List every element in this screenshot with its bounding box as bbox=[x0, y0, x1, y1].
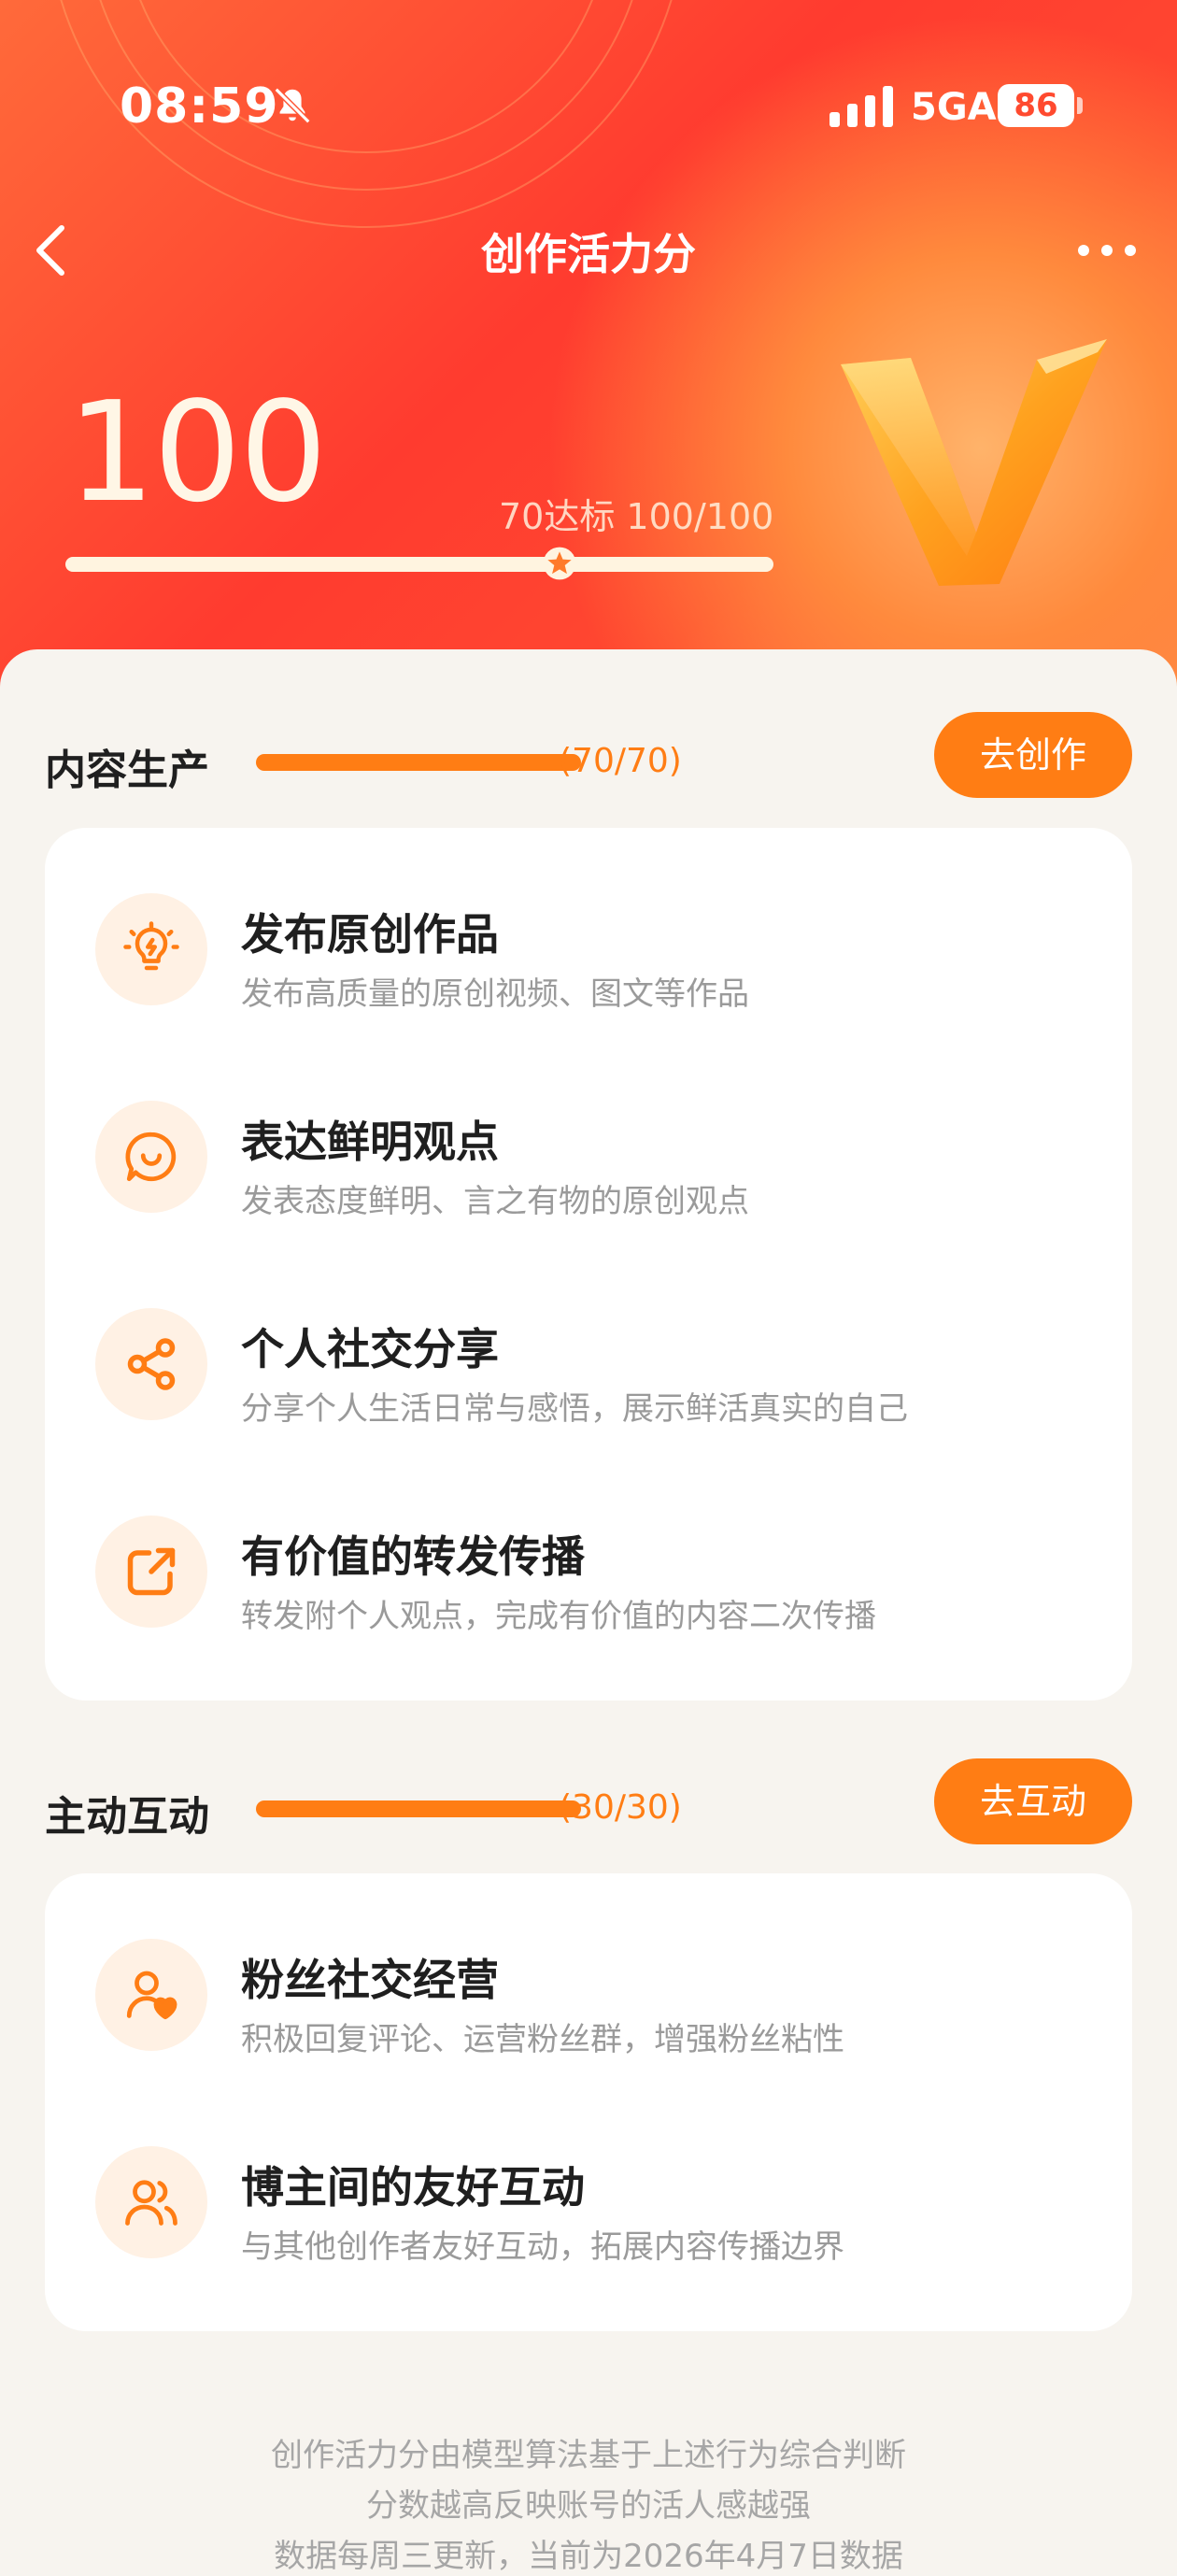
star-icon bbox=[543, 547, 576, 580]
item-title: 博主间的友好互动 bbox=[241, 2162, 585, 2213]
section-title: 内容生产 bbox=[45, 747, 209, 794]
section-count: (30/30) bbox=[559, 1788, 682, 1827]
interaction-card: 粉丝社交经营 积极回复评论、运营粉丝群，增强粉丝粘性 博主间的友好互动 与其他创… bbox=[45, 1873, 1132, 2331]
section-progress-bar bbox=[256, 754, 581, 771]
battery-tip bbox=[1077, 97, 1083, 114]
more-icon[interactable] bbox=[1074, 230, 1140, 271]
item-title: 个人社交分享 bbox=[241, 1324, 499, 1374]
v-badge-icon bbox=[841, 339, 1107, 586]
chat-smile-icon bbox=[95, 1101, 207, 1213]
section-title: 主动互动 bbox=[45, 1793, 209, 1841]
group-icon bbox=[95, 2146, 207, 2258]
list-item[interactable]: 表达鲜明观点 发表态度鲜明、言之有物的原创观点 bbox=[45, 1073, 1132, 1241]
list-item[interactable]: 粉丝社交经营 积极回复评论、运营粉丝群，增强粉丝粘性 bbox=[45, 1911, 1132, 2079]
fan-heart-icon bbox=[95, 1939, 207, 2051]
item-description: 发布高质量的原创视频、图文等作品 bbox=[241, 975, 749, 1013]
signal-icon bbox=[830, 86, 893, 127]
item-title: 发布原创作品 bbox=[241, 909, 499, 960]
status-bar: 08:59 5GA 86 bbox=[0, 0, 1177, 215]
item-title: 有价值的转发传播 bbox=[241, 1531, 585, 1582]
footer-note: 数据每周三更新，当前为2026年4月7日数据 bbox=[274, 2538, 903, 2575]
network-label: 5GA bbox=[911, 86, 997, 129]
section-header-content: 内容生产 (70/70) 去创作 bbox=[45, 712, 1132, 805]
item-description: 积极回复评论、运营粉丝群，增强粉丝粘性 bbox=[241, 2021, 844, 2058]
page-title: 创作活力分 bbox=[481, 229, 696, 279]
score-progress-bar bbox=[65, 557, 773, 572]
list-item[interactable]: 个人社交分享 分享个人生活日常与感悟，展示鲜活真实的自己 bbox=[45, 1280, 1132, 1448]
list-item[interactable]: 有价值的转发传播 转发附个人观点，完成有价值的内容二次传播 bbox=[45, 1487, 1132, 1656]
lightbulb-icon bbox=[95, 893, 207, 1005]
item-description: 与其他创作者友好互动，拓展内容传播边界 bbox=[241, 2228, 844, 2266]
item-description: 发表态度鲜明、言之有物的原创观点 bbox=[241, 1183, 749, 1220]
item-title: 表达鲜明观点 bbox=[241, 1117, 499, 1167]
forward-icon bbox=[95, 1516, 207, 1628]
score-target-label: 70达标 100/100 bbox=[499, 496, 774, 537]
section-progress-bar bbox=[256, 1800, 581, 1817]
item-description: 转发附个人观点，完成有价值的内容二次传播 bbox=[241, 1598, 876, 1635]
content-card: 发布原创作品 发布高质量的原创视频、图文等作品 表达鲜明观点 发表态度鲜明、言之… bbox=[45, 828, 1132, 1701]
bell-muted-icon bbox=[274, 87, 311, 124]
list-item[interactable]: 博主间的友好互动 与其他创作者友好互动，拓展内容传播边界 bbox=[45, 2118, 1132, 2286]
go-interact-button[interactable]: 去互动 bbox=[934, 1758, 1132, 1844]
section-header-interaction: 主动互动 (30/30) 去互动 bbox=[45, 1758, 1132, 1852]
list-item[interactable]: 发布原创作品 发布高质量的原创视频、图文等作品 bbox=[45, 865, 1132, 1033]
score-value: 100 bbox=[67, 372, 327, 533]
share-icon bbox=[95, 1308, 207, 1420]
battery-icon: 86 bbox=[998, 84, 1074, 127]
item-title: 粉丝社交经营 bbox=[241, 1955, 499, 2005]
item-description: 分享个人生活日常与感悟，展示鲜活真实的自己 bbox=[241, 1390, 908, 1428]
section-count: (70/70) bbox=[559, 742, 682, 780]
status-time: 08:59 bbox=[120, 78, 279, 135]
go-create-button[interactable]: 去创作 bbox=[934, 712, 1132, 798]
footer-note: 创作活力分由模型算法基于上述行为综合判断 bbox=[271, 2437, 906, 2474]
footer-note: 分数越高反映账号的活人感越强 bbox=[366, 2487, 811, 2525]
